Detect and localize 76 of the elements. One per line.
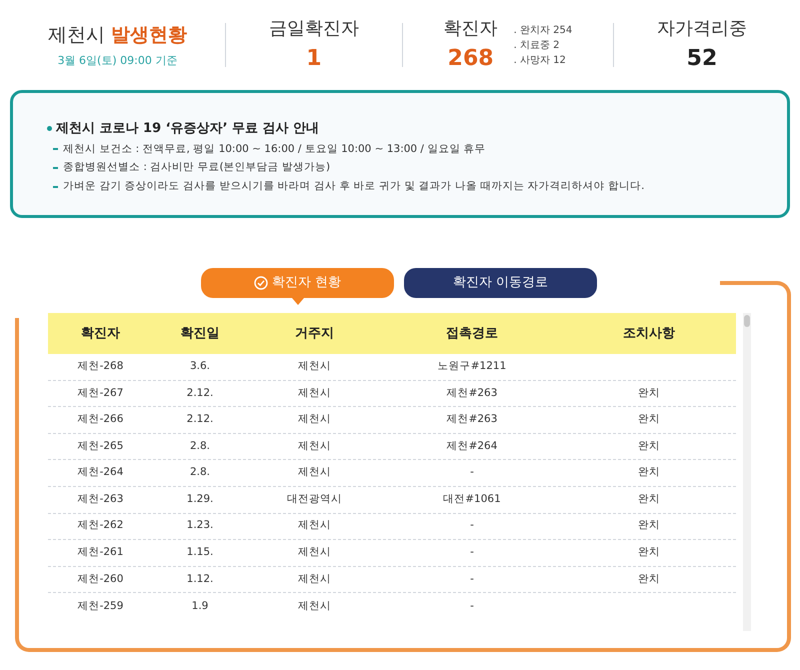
table-cell: 3.6. (190, 360, 210, 372)
column-header: 조치사항 (622, 324, 676, 343)
table-cell: - (470, 572, 474, 585)
column-header: 확진자 (80, 324, 121, 343)
stat-label: 금일확진자 (268, 17, 359, 41)
table-cell: 제천-263 (78, 492, 124, 505)
stat-value: 52 (686, 45, 718, 73)
table-cell: 제천-264 (78, 466, 124, 478)
table-cell: 완치 (638, 546, 660, 558)
notice-line: 종합병원선별소 : 검사비만 무료(본인부담금 발생가능) (63, 160, 330, 176)
table-cell: 대전광역시 (287, 492, 342, 505)
table-cell: 완치 (638, 466, 660, 478)
date-text: 3월 6일(토) 09:00 기준 (58, 53, 178, 69)
table-cell: 제천-267 (78, 386, 124, 399)
table-cell: 2.12. (186, 413, 214, 426)
column-header: 확진일 (180, 324, 220, 343)
dash-icon (53, 167, 58, 170)
table-cell: 제천시 (298, 413, 331, 426)
table-cell: 제천시 (298, 600, 331, 612)
table-cell: 제천-268 (78, 360, 124, 372)
stat-label: 확진자 (444, 17, 498, 41)
table-cell: 제천시 (298, 572, 331, 585)
table-cell: 완치 (638, 572, 660, 585)
table-cell: 완치 (638, 440, 660, 452)
column-header: 거주지 (294, 324, 335, 343)
table-cell: - (470, 546, 474, 558)
table-cell: 제천-262 (78, 519, 124, 532)
table-cell: 1.15. (186, 546, 214, 558)
check-icon (254, 276, 268, 290)
table-cell: 제천-260 (78, 572, 124, 585)
bullet-icon (47, 126, 52, 132)
dash-icon (53, 148, 58, 150)
table-cell: 대전#1061 (443, 492, 501, 505)
table-cell: 제천-259 (78, 600, 124, 612)
table-cell: 제천시 (298, 440, 331, 452)
tab[interactable]: 확진자 이동경로 (404, 268, 597, 298)
table-cell: 제천시 (298, 546, 331, 558)
table-cell: 제천시 (298, 519, 331, 532)
table-cell: 완치 (638, 386, 660, 399)
table-cell: 완치 (638, 492, 660, 505)
scrollbar[interactable] (743, 313, 751, 631)
table-cell: 2.12. (186, 386, 214, 399)
table-cell: 1.9 (192, 600, 208, 612)
stat-detail: . 사망자 12 (514, 54, 567, 68)
stat-detail: . 치료중 2 (514, 38, 561, 52)
table-cell: 제천#264 (446, 440, 498, 452)
table-cell: 제천시 (298, 386, 331, 399)
column-header: 접촉경로 (445, 324, 499, 343)
table-cell: 2.8. (190, 466, 210, 478)
table-cell: 제천-265 (78, 440, 124, 452)
notice-line: 제천시 보건소 : 전액무료, 평일 10:00 ~ 16:00 / 토요일 10:00 ~ 13:00 / 일요일 휴무 (63, 142, 486, 156)
table-cell: 제천-266 (78, 413, 124, 426)
table-cell: 노원구#1211 (438, 360, 506, 372)
table-cell: 완치 (638, 413, 660, 426)
table-cell: - (470, 466, 474, 478)
table-cell: 1.29. (186, 492, 214, 505)
table-cell: - (470, 600, 474, 612)
stat-value: 268 (448, 45, 494, 73)
table-cell: 제천시 (298, 360, 331, 372)
table-cell: 제천#263 (446, 386, 498, 399)
table-cell: 완치 (638, 519, 660, 532)
notice-line: 가벼운 감기 증상이라도 검사를 받으시기를 바라며 검사 후 바로 귀가 및 결과가 나올 때까지는 자가격리하셔야 합니다. (63, 179, 644, 194)
table-cell: - (470, 519, 474, 532)
dash-icon (53, 186, 58, 188)
table-cell: 1.23. (186, 519, 214, 532)
table-cell: 제천-261 (78, 546, 124, 558)
table-cell: 제천#263 (446, 413, 498, 426)
stat-value: 1 (306, 45, 322, 73)
tab-pointer (292, 298, 304, 305)
stat-label: 자가격리중 (656, 17, 747, 41)
table-cell: 1.12. (186, 572, 214, 585)
page-title: 제천시 발생현황 (48, 22, 187, 48)
table-cell: 2.8. (190, 440, 210, 452)
stat-detail: . 완치자 254 (514, 24, 572, 38)
table-cell: 제천시 (298, 466, 331, 478)
notice-title: 제천시 코로나 19 ‘유증상자’ 무료 검사 안내 (56, 120, 320, 138)
